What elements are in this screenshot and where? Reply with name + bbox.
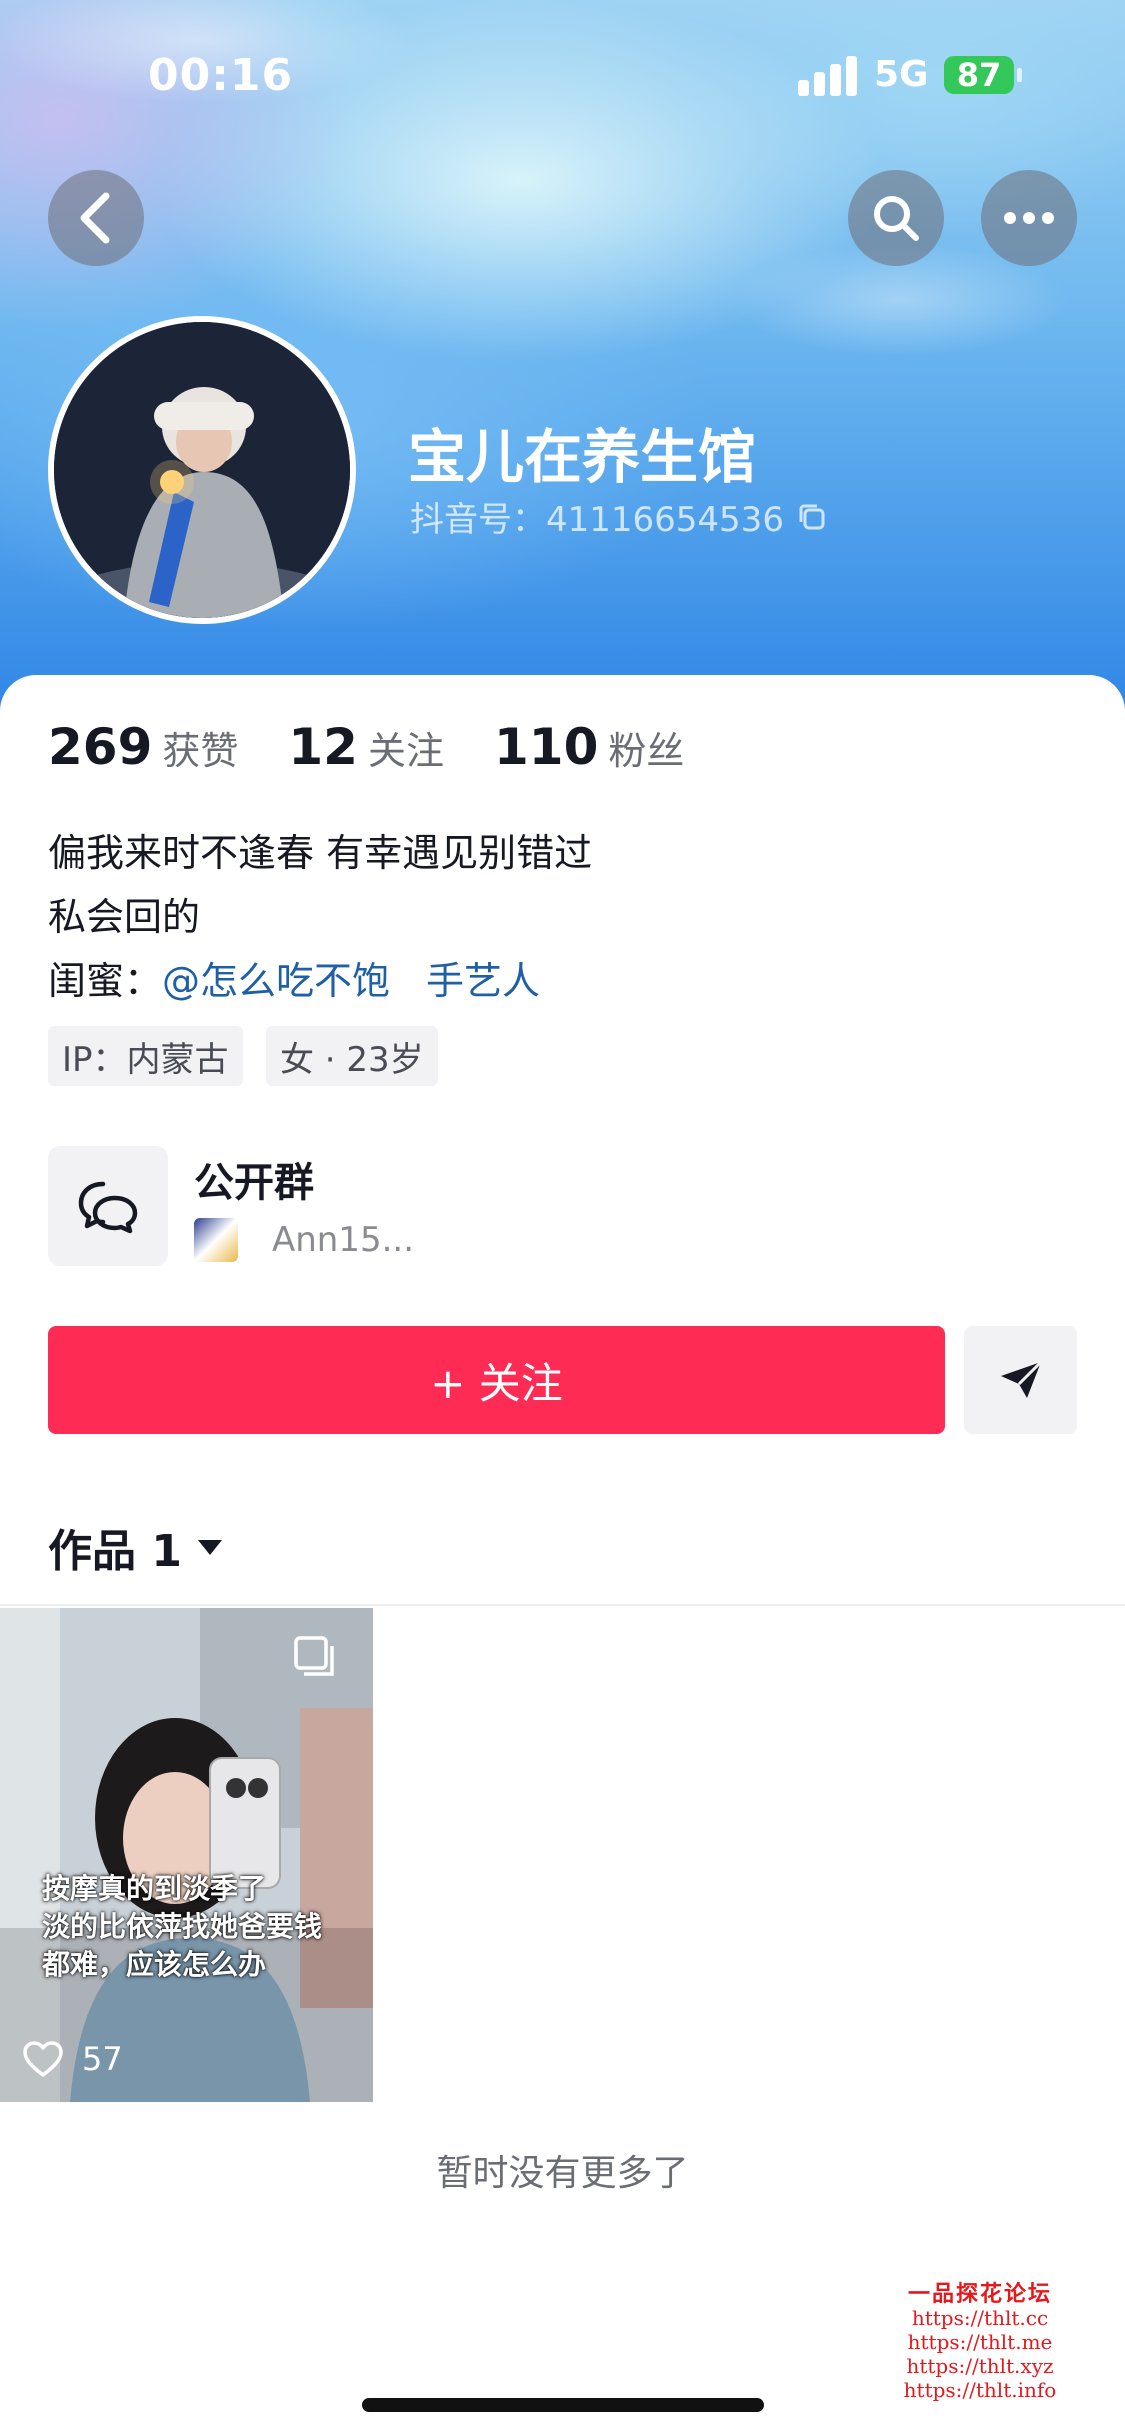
bio-line-2: 私会回的 bbox=[48, 895, 201, 939]
profile-avatar[interactable] bbox=[48, 316, 356, 624]
group-member-preview: Ann15... bbox=[194, 1218, 414, 1262]
douyin-id-text: 抖音号：41116654536 bbox=[410, 500, 784, 540]
search-button[interactable] bbox=[848, 170, 944, 266]
bestie-mention-link[interactable]: @怎么吃不饱 bbox=[162, 959, 390, 1003]
avatar-illustration bbox=[54, 322, 350, 618]
gender-age-tag: 女 · 23岁 bbox=[266, 1026, 438, 1086]
video-like-count: 57 bbox=[82, 2040, 123, 2078]
watermark-title: 一品探花论坛 bbox=[907, 2281, 1052, 2307]
dropdown-triangle-icon[interactable] bbox=[196, 1537, 224, 1557]
search-icon bbox=[874, 196, 919, 241]
video-cover-illustration bbox=[0, 1608, 373, 2102]
battery-level: 87 bbox=[956, 56, 1002, 94]
multi-image-icon bbox=[294, 1636, 334, 1676]
group-chat-button[interactable] bbox=[48, 1146, 168, 1266]
bestie-prefix: 闺蜜： bbox=[48, 959, 163, 1003]
follow-button[interactable]: + 关注 bbox=[48, 1326, 945, 1434]
profile-nickname: 宝儿在养生馆 bbox=[408, 423, 757, 491]
more-icon bbox=[1004, 212, 1054, 224]
caption-line: 按摩真的到淡季了 bbox=[42, 1872, 267, 1905]
watermark-link: https://thlt.xyz bbox=[906, 2354, 1054, 2378]
group-title[interactable]: 公开群 bbox=[194, 1150, 314, 1208]
bestie-extra-link[interactable]: 手艺人 bbox=[426, 959, 540, 1003]
bio-bestie-line: 闺蜜：@怎么吃不饱 手艺人 bbox=[48, 950, 540, 1005]
douyin-id[interactable]: 抖音号：41116654536 bbox=[410, 492, 828, 541]
bio-line-1: 偏我来时不逢春 有幸遇见别错过 bbox=[48, 831, 593, 875]
following-label[interactable]: 关注 bbox=[368, 720, 444, 775]
signal-icon bbox=[798, 56, 858, 96]
following-count: 12 bbox=[288, 718, 358, 776]
member-avatar bbox=[194, 1218, 238, 1262]
works-tab[interactable]: 作品 1 bbox=[48, 1515, 224, 1579]
followers-count: 110 bbox=[494, 718, 599, 776]
message-button[interactable] bbox=[964, 1326, 1077, 1434]
watermark-link: https://thlt.me bbox=[907, 2330, 1053, 2354]
video-likes: 57 bbox=[22, 2040, 123, 2078]
watermark-link: https://thlt.info bbox=[903, 2378, 1057, 2402]
chat-bubbles-icon bbox=[78, 1181, 138, 1234]
works-tab-label: 作品 1 bbox=[48, 1526, 182, 1577]
more-button[interactable] bbox=[981, 170, 1077, 266]
send-arrow-icon bbox=[1000, 1360, 1042, 1398]
watermark-link: https://thlt.cc bbox=[911, 2306, 1049, 2330]
video-caption: 按摩真的到淡季了 淡的比依萍找她爸要钱 都难，应该怎么办 bbox=[42, 1870, 322, 1984]
caption-line: 都难，应该怎么办 bbox=[42, 1948, 267, 1981]
network-type: 5G bbox=[874, 54, 929, 95]
likes-count: 269 bbox=[48, 718, 153, 776]
ip-location-tag: IP：内蒙古 bbox=[48, 1026, 243, 1086]
back-button[interactable] bbox=[48, 170, 144, 266]
copy-icon[interactable] bbox=[796, 501, 828, 533]
site-watermark: 一品探花论坛 https://thlt.cc https://thlt.me h… bbox=[900, 2282, 1060, 2402]
profile-stats: 269 获赞 12 关注 110 粉丝 bbox=[48, 718, 734, 776]
no-more-content-text: 暂时没有更多了 bbox=[436, 2153, 689, 2194]
status-time: 00:16 bbox=[148, 50, 294, 101]
video-thumbnail[interactable] bbox=[0, 1608, 373, 2102]
home-indicator[interactable] bbox=[362, 2398, 764, 2412]
back-arrow-icon bbox=[80, 192, 110, 244]
caption-line: 淡的比依萍找她爸要钱 bbox=[42, 1910, 323, 1943]
likes-label[interactable]: 获赞 bbox=[162, 720, 238, 775]
heart-icon bbox=[23, 2041, 63, 2077]
battery-tip bbox=[1017, 68, 1022, 82]
battery-indicator: 87 bbox=[944, 56, 1014, 94]
group-member-name: Ann15... bbox=[272, 1220, 415, 1260]
tab-divider bbox=[0, 1604, 1125, 1606]
followers-label[interactable]: 粉丝 bbox=[608, 720, 684, 775]
